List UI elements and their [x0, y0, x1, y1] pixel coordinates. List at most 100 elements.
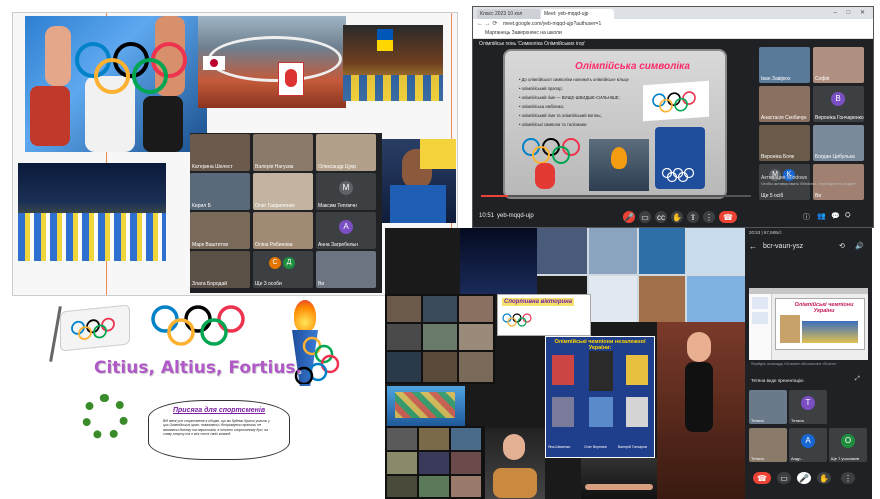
gymnast-photo: [657, 322, 745, 499]
parade-photo: [18, 163, 166, 261]
participant-name: Тетяна: [751, 456, 764, 461]
phone-camera-button[interactable]: ▭: [777, 472, 791, 484]
participant-name: Ви: [815, 193, 822, 199]
oath-bubble: Присяга для спортсменів Від імені усіх с…: [148, 400, 290, 460]
participant-name: Андр...: [791, 456, 804, 461]
participant-tile[interactable]: Олег Гавриленко: [253, 173, 313, 210]
poster: Citius, Altius, Fortius. Присяга для спо…: [40, 296, 380, 496]
participant-tile[interactable]: Олександр Цукр: [316, 134, 376, 171]
participant-tile[interactable]: O Ще 7 учасників: [829, 428, 867, 462]
participant-name: Катерина Шелест: [192, 164, 233, 170]
bookmarks-bar: Марганець Заверхнянс на школи: [473, 29, 873, 39]
participant-avatar: M: [339, 181, 353, 195]
slide-bullet: • олімпійський прапор;: [519, 86, 563, 91]
tab-meet[interactable]: Meet: yeb-mqqd-ujp: [541, 9, 614, 19]
end-call-button[interactable]: ☎: [719, 211, 737, 223]
mic-button[interactable]: 🎤: [623, 211, 635, 223]
participant-tile[interactable]: Злата Бородай: [190, 251, 250, 288]
people-icon[interactable]: 👥: [817, 212, 826, 220]
participant-name: Максим Тепличн: [318, 203, 357, 209]
participant-name: Ще 5 осіб: [761, 193, 784, 199]
phone-meeting-code: bcr-vaun-ysz: [763, 243, 804, 250]
participant-tile[interactable]: Ви: [316, 251, 376, 288]
participant-avatar: B: [831, 92, 845, 106]
participant-name: Ще 3 особи: [255, 281, 282, 287]
quiz-banner: Спортивна вікторина: [497, 294, 591, 336]
participant-tile[interactable]: Іван Завірюх: [759, 47, 810, 83]
phone-mic-button[interactable]: 🎤: [797, 472, 811, 484]
participant-name: Кирил Б: [192, 203, 211, 209]
switch-camera-icon[interactable]: ⟲: [839, 242, 845, 250]
phone-screen: 20:53 | 67,8КБ/с ← bcr-vaun-ysz ⟲ 🔊 Олім…: [745, 228, 872, 499]
video-progress-bar[interactable]: [481, 195, 751, 197]
tab-class[interactable]: Класс 2023 10 кол: [477, 9, 540, 19]
participant-tile[interactable]: A Андр...: [789, 428, 827, 462]
activation-text: Чтобы активировать Windows, перейдите в …: [761, 181, 856, 186]
bookmark-item[interactable]: Марганець Заверхнянс на школи: [485, 30, 562, 36]
windows-activation: Активация Windows Чтобы активировать Win…: [761, 175, 861, 186]
more-options-button[interactable]: ⋮: [703, 211, 715, 223]
participant-name: Іван Завірюх: [761, 76, 791, 82]
phone-end-call-button[interactable]: ☎: [753, 472, 771, 484]
nav-icons[interactable]: ← → ⟳: [477, 20, 497, 27]
browser-window: Класс 2023 10 кол Meet: yeb-mqqd-ujp – □…: [472, 6, 874, 228]
participant-tile[interactable]: Анастасія Скобачук: [759, 86, 810, 122]
athletes-photo: [25, 16, 207, 152]
oath-text: Від імені усіх спортсменів я обіцяю, що …: [163, 419, 270, 436]
info-icon[interactable]: ⓘ: [803, 212, 810, 222]
meeting-code: yeb-mqqd-ujp: [497, 213, 534, 219]
meet-grid-bottom: [385, 294, 495, 384]
meet-grid-bottom-2: [385, 426, 485, 499]
participant-tile[interactable]: Тетяна: [749, 428, 787, 462]
participant-name: Олександр Цукр: [318, 164, 357, 170]
participant-tile[interactable]: A Анна Загребельн: [316, 212, 376, 249]
participant-tile[interactable]: Вероніка Бояк: [759, 125, 810, 161]
olympic-flag-icon: [49, 302, 132, 362]
presentation-slide: Олімпійська символіка • До олімпійської …: [503, 49, 727, 199]
address-bar[interactable]: ← → ⟳ meet.google.com/yeb-mqqd-ujp?authu…: [473, 19, 873, 29]
split-photo: [581, 458, 657, 499]
speaker-icon[interactable]: 🔊: [855, 242, 864, 250]
raise-hand-button[interactable]: ✋: [671, 211, 683, 223]
olympic-flag-image: [643, 80, 709, 122]
laurel-wreath-icon: [76, 388, 136, 444]
phone-hand-button[interactable]: ✋: [817, 472, 831, 484]
olympic-motto: Citius, Altius, Fortius.: [94, 358, 303, 378]
slide-bullets: • До олімпійської символіки належить олі…: [519, 75, 639, 129]
url-text[interactable]: meet.google.com/yeb-mqqd-ujp?authuser=1: [503, 21, 601, 27]
olympic-rings-icon: [151, 305, 245, 346]
game-board-image: [387, 386, 465, 426]
tab-bar: Класс 2023 10 кол Meet: yeb-mqqd-ujp – □…: [473, 7, 873, 19]
participant-tile[interactable]: Марк Ваштетов: [190, 212, 250, 249]
boxer-photo: [380, 139, 456, 223]
slide-bullet: • олімпійський гімн — ВИЩЕ-ШВИДШЕ-СИЛЬНІ…: [519, 95, 620, 100]
olympic-rings-icon: [502, 313, 532, 327]
participant-tile[interactable]: Валерія Нагуєва: [253, 134, 313, 171]
fullscreen-icon[interactable]: ⤢: [855, 376, 860, 383]
camera-button[interactable]: ▭: [639, 211, 651, 223]
participant-tile[interactable]: Софія: [813, 47, 864, 83]
participant-tile[interactable]: Тетяна: [749, 390, 787, 424]
phone-more-button[interactable]: ⋮: [841, 472, 855, 484]
chat-icon[interactable]: 💬: [831, 212, 840, 220]
phone-back-icon[interactable]: ←: [749, 242, 757, 251]
stadium-photo: [198, 16, 346, 108]
captions-button[interactable]: cc: [655, 211, 667, 223]
participant-name: Богдан Цибулька: [815, 154, 855, 160]
mascot-image: [535, 163, 555, 189]
participant-tile[interactable]: С Д Ще 3 особи: [253, 251, 313, 288]
participant-tile[interactable]: Богдан Цибулька: [813, 125, 864, 161]
activities-icon[interactable]: ⛭: [845, 212, 851, 220]
participant-tile[interactable]: Кирил Б: [190, 173, 250, 210]
oath-title: Присяга для спортсменів: [173, 407, 266, 414]
champions-title: Олімпійські чемпіони незалежної України:: [554, 339, 646, 351]
meet-toolbar: 10:51 yeb-mqqd-ujp 🎤 ▭ cc ✋ ⇪ ⋮ ☎ ⓘ 👥 💬 …: [473, 207, 873, 227]
participant-tile[interactable]: M Максим Тепличн: [316, 173, 376, 210]
participant-avatar: A: [339, 220, 353, 234]
participant-avatar: O: [841, 434, 855, 448]
present-button[interactable]: ⇪: [687, 211, 699, 223]
participant-tile[interactable]: Оліна Рибинова: [253, 212, 313, 249]
participant-tile[interactable]: Катерина Шелест: [190, 134, 250, 171]
participant-tile[interactable]: B Вероніка Гончаренко: [813, 86, 864, 122]
participant-tile[interactable]: T Тетяна: [789, 390, 827, 424]
